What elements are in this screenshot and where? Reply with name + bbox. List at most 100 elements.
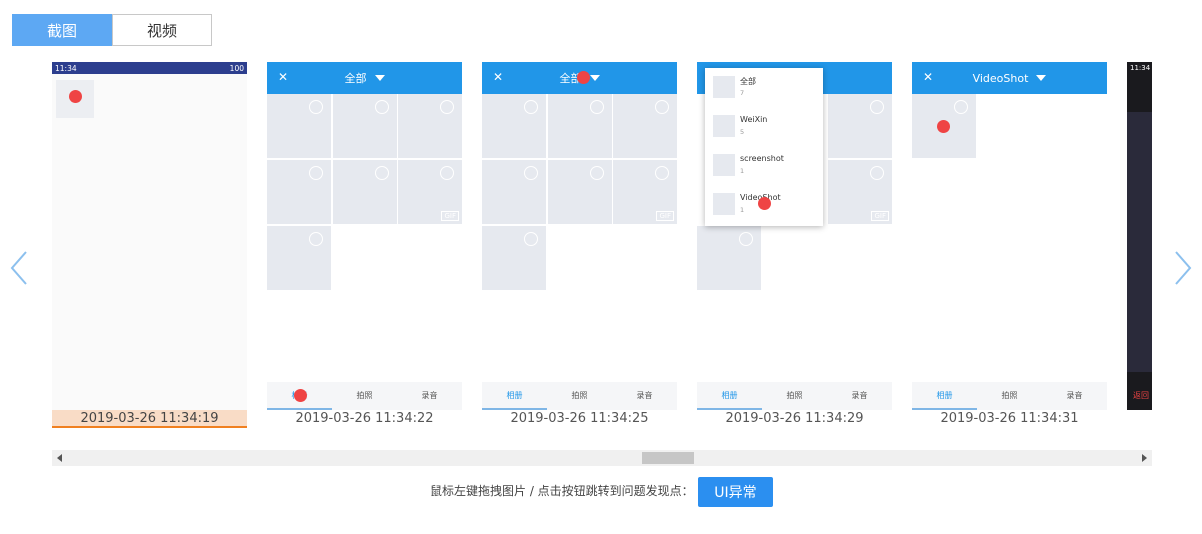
radio-circle-icon	[590, 100, 604, 114]
frame-timestamp: 2019-03-26 11:34:29	[725, 411, 864, 426]
screenshot-image: ✕ 全部 GIF 相册 拍照 录音	[267, 62, 462, 410]
radio-circle-icon	[309, 166, 323, 180]
chevron-right-icon[interactable]	[1172, 250, 1194, 286]
album-cell	[697, 226, 761, 290]
album-bottom-tabs: 相册 拍照 录音	[912, 382, 1107, 410]
radio-circle-icon	[440, 100, 454, 114]
chevron-left-icon[interactable]	[8, 250, 30, 286]
radio-circle-icon	[309, 100, 323, 114]
caret-down-icon	[374, 75, 385, 81]
status-time: 11:34	[55, 63, 77, 73]
bottom-tab-record: 录音	[636, 391, 653, 400]
status-time: 11:34	[1130, 64, 1151, 72]
dropdown-thumb	[713, 115, 735, 137]
album-cell: GIF	[828, 160, 892, 224]
scroll-right-icon[interactable]	[1142, 454, 1147, 462]
gif-badge: GIF	[441, 211, 459, 221]
ui-anomaly-button[interactable]: UI异常	[698, 477, 773, 507]
album-cell	[482, 160, 546, 224]
touch-marker	[69, 90, 82, 103]
video-area	[1127, 112, 1152, 372]
album-app-bar: ✕ VideoShot	[912, 62, 1107, 94]
radio-circle-icon	[524, 232, 538, 246]
screenshot-frame[interactable]: ✕ VideoShot 相册 拍照 录音 2019-03-26 11:34:31	[912, 60, 1107, 430]
frame-timestamp: 2019-03-26 11:34:25	[510, 411, 649, 426]
screenshot-frame[interactable]: ✕ 全部 GIF 相册 拍照 录音 2019-03-26 11:34:22	[267, 60, 462, 430]
gif-badge: GIF	[656, 211, 674, 221]
dropdown-item: screenshot 1	[713, 150, 823, 180]
album-cell: GIF	[398, 160, 462, 224]
tab-screenshots[interactable]: 截图	[12, 14, 112, 46]
album-cell	[333, 94, 397, 158]
tab-bar: 截图 视频	[12, 14, 212, 46]
album-cell	[267, 94, 331, 158]
radio-circle-icon	[375, 100, 389, 114]
radio-circle-icon	[739, 232, 753, 246]
touch-marker	[937, 120, 950, 133]
tab-videos[interactable]: 视频	[112, 14, 212, 46]
album-cell	[828, 94, 892, 158]
dropdown-thumb	[713, 193, 735, 215]
screenshot-frame[interactable]: ✕ 全部 GIF 相册 拍照 录音 2019-03-26 11:34:25	[482, 60, 677, 430]
bottom-tab-record: 录音	[1066, 391, 1083, 400]
scrollbar-thumb[interactable]	[642, 452, 694, 464]
album-cell: GIF	[613, 160, 677, 224]
caret-down-icon	[1036, 75, 1047, 81]
album-title: VideoShot	[972, 71, 1029, 85]
radio-circle-icon	[954, 100, 968, 114]
dropdown-item-count: 5	[740, 128, 745, 136]
screenshot-frame[interactable]: GIF 全部 7 WeiXin 5 screenshot 1 1 相册 拍照 录…	[697, 60, 892, 430]
touch-marker	[577, 71, 590, 84]
album-bottom-tabs: 相册 拍照 录音	[482, 382, 677, 410]
screenshot-image: ✕ VideoShot 相册 拍照 录音	[912, 62, 1107, 410]
radio-circle-icon	[870, 100, 884, 114]
dropdown-item-count: 1	[740, 206, 745, 214]
radio-circle-icon	[524, 100, 538, 114]
radio-circle-icon	[524, 166, 538, 180]
frame-timestamp: 2019-03-26 11:34:22	[295, 411, 434, 426]
radio-circle-icon	[655, 100, 669, 114]
touch-marker	[294, 389, 307, 402]
album-cell	[482, 226, 546, 290]
scroll-left-icon[interactable]	[57, 454, 62, 462]
album-cell	[333, 160, 397, 224]
close-icon: ✕	[493, 70, 504, 84]
radio-circle-icon	[309, 232, 323, 246]
album-cell	[548, 94, 612, 158]
screenshot-frame[interactable]: 11:34 100 2019-03-26 11:34:19	[52, 60, 247, 430]
bottom-tab-photo: 拍照	[356, 391, 373, 400]
bottom-tab-album: 相册	[721, 391, 738, 400]
screenshot-strip[interactable]: 11:34 100 2019-03-26 11:34:19 ✕ 全部 GIF 相…	[52, 60, 1152, 432]
radio-circle-icon	[870, 166, 884, 180]
album-cell	[482, 94, 546, 158]
frame-timestamp: 2019-03-26 11:34:31	[940, 411, 1079, 426]
screenshot-image: GIF 全部 7 WeiXin 5 screenshot 1 1 相册 拍照 录…	[697, 62, 892, 410]
bottom-tab-record: 录音	[851, 391, 868, 400]
back-label: 返回	[1133, 391, 1149, 400]
dropdown-item-name: 全部	[740, 77, 756, 86]
screenshot-image: 11:34 返回	[1127, 62, 1152, 410]
gif-badge: GIF	[871, 211, 889, 221]
drag-hint: 鼠标左键拖拽图片 / 点击按钮跳转到问题发现点：	[430, 484, 694, 498]
album-cell	[613, 94, 677, 158]
album-title: 全部	[344, 72, 367, 85]
dropdown-item-count: 1	[740, 167, 745, 175]
caret-down-icon	[589, 75, 600, 81]
close-icon: ✕	[278, 70, 289, 84]
dropdown-thumb	[713, 76, 735, 98]
close-icon: ✕	[923, 70, 934, 84]
album-bottom-tabs: 相册 拍照 录音	[697, 382, 892, 410]
bottom-tab-photo: 拍照	[1001, 391, 1018, 400]
album-cell	[398, 94, 462, 158]
horizontal-scrollbar[interactable]	[52, 450, 1152, 466]
dropdown-item-count: 7	[740, 89, 745, 97]
dropdown-thumb	[713, 154, 735, 176]
bottom-tab-record: 录音	[421, 391, 438, 400]
radio-circle-icon	[375, 166, 389, 180]
frame-timestamp: 2019-03-26 11:34:19	[52, 410, 247, 428]
radio-circle-icon	[655, 166, 669, 180]
album-cell	[548, 160, 612, 224]
bottom-tab-album: 相册	[506, 391, 523, 400]
screenshot-frame-partial[interactable]: 11:34 返回	[1127, 60, 1152, 430]
bottom-tab-photo: 拍照	[571, 391, 588, 400]
